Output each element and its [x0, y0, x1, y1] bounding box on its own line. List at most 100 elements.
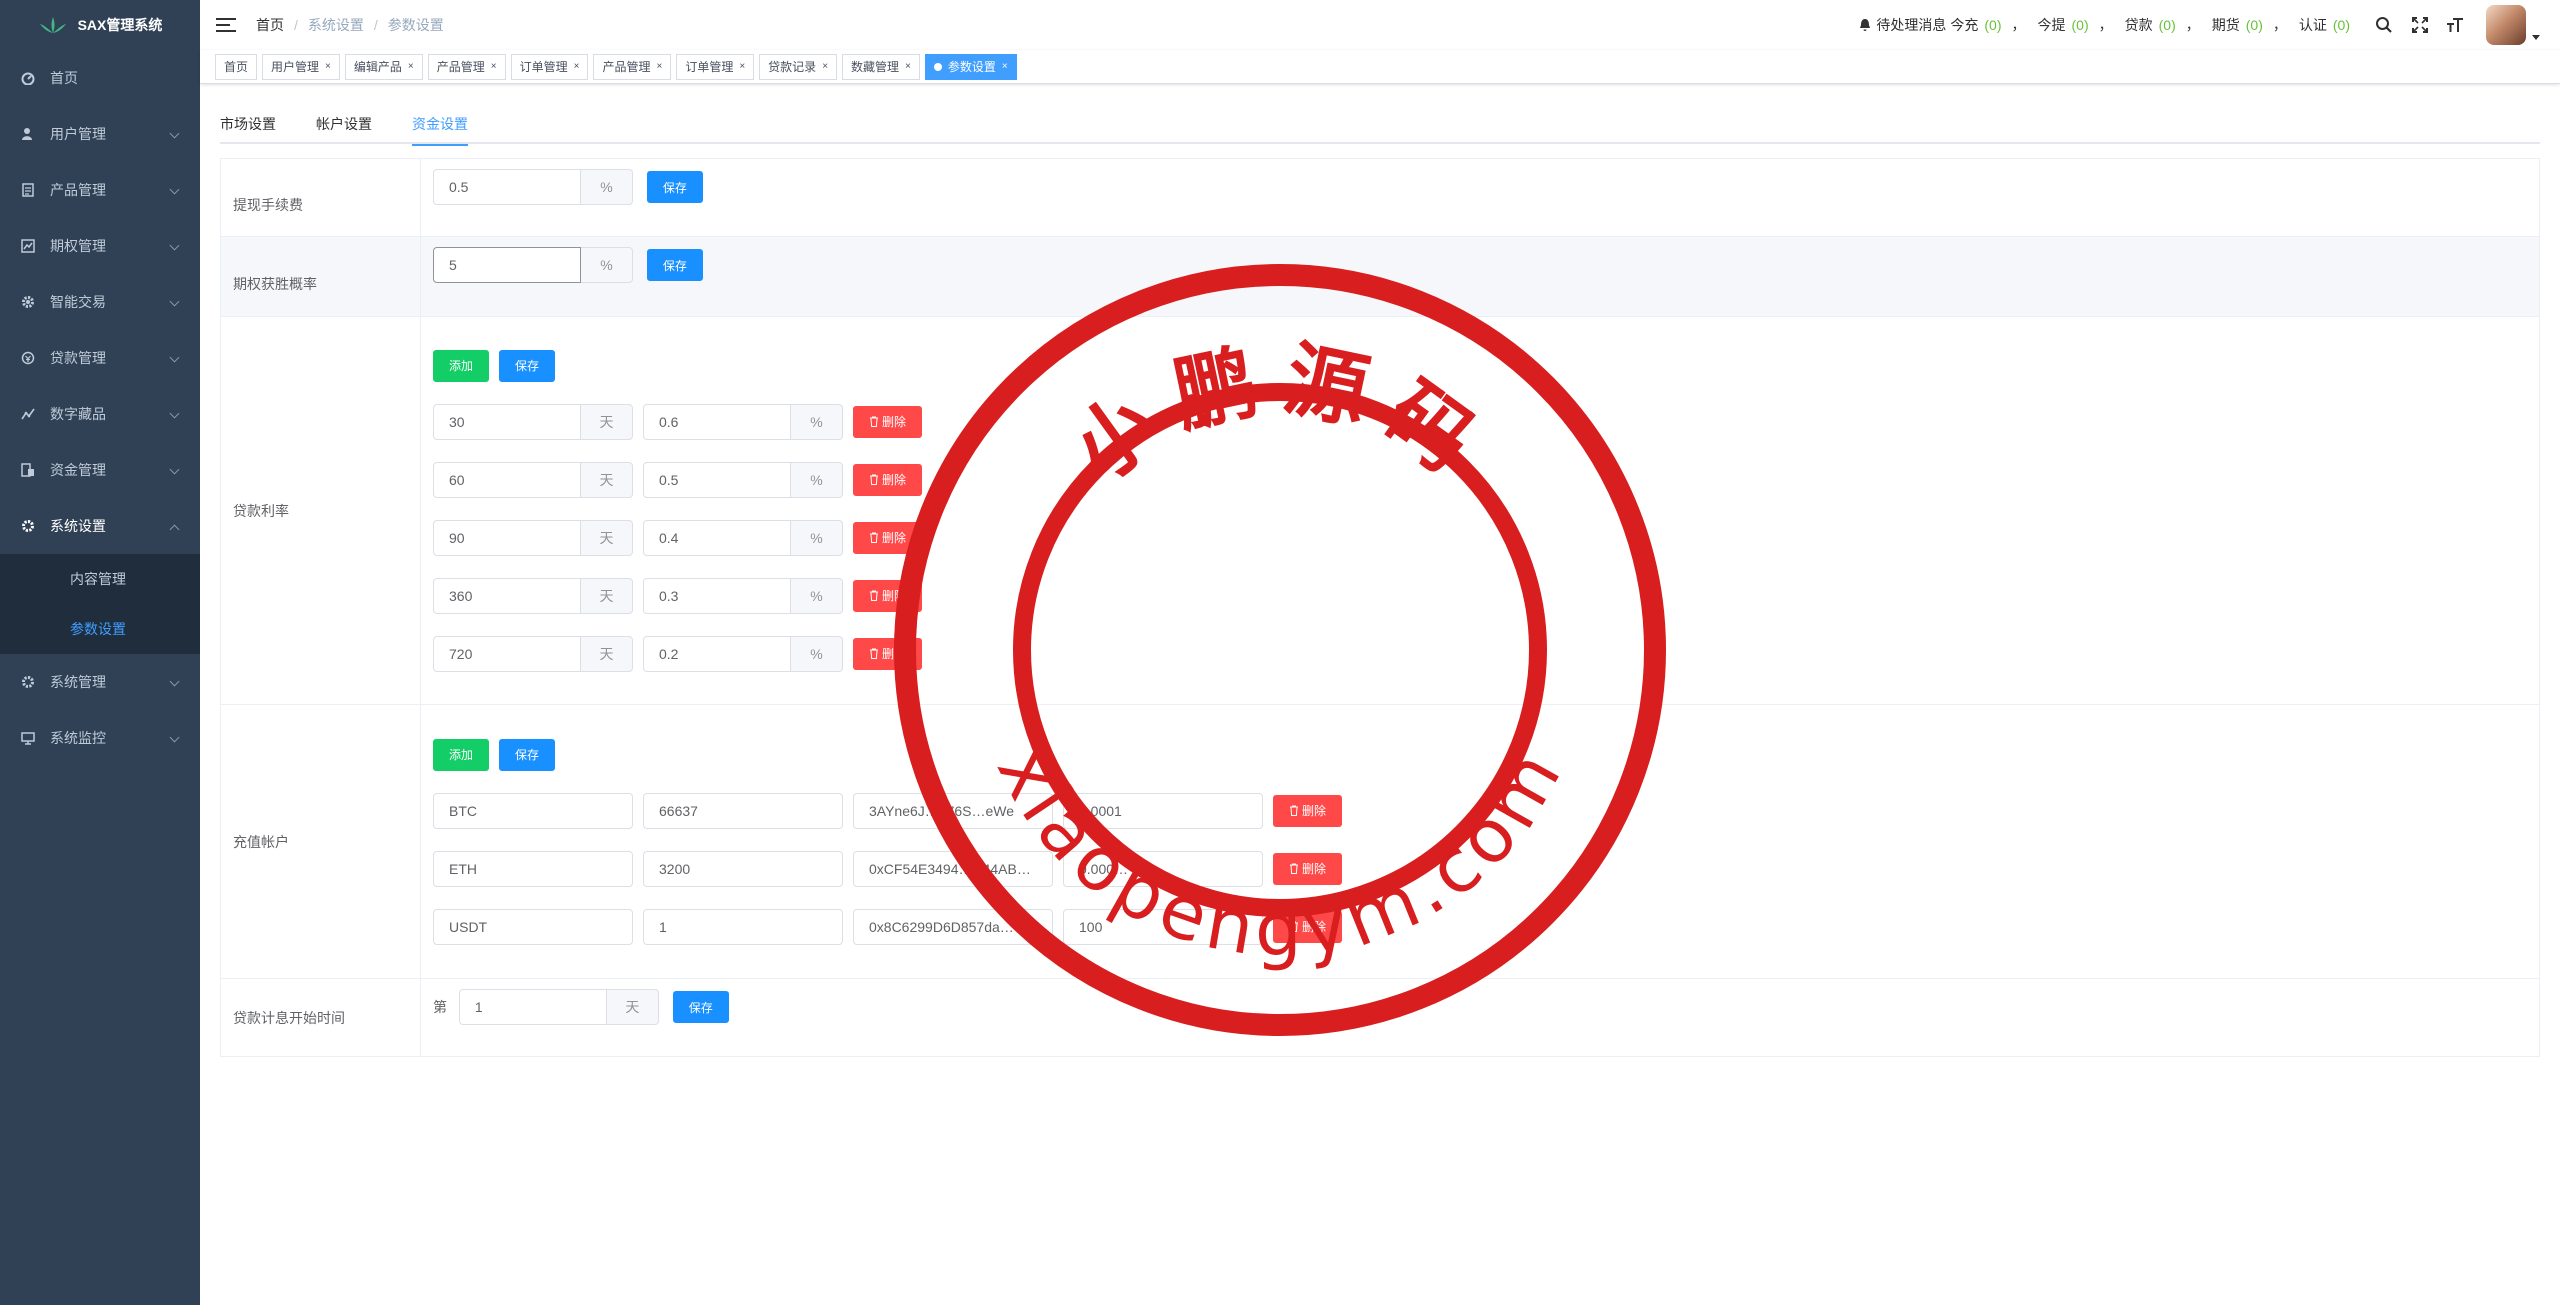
delete-recharge-button[interactable]: 删除: [1273, 852, 1343, 885]
sidebar-item-loans[interactable]: 贷款管理: [0, 330, 200, 386]
tag-loan-records[interactable]: 贷款记录 ×: [759, 53, 838, 80]
min-amount-input[interactable]: [1063, 908, 1263, 945]
logo[interactable]: SAX管理系统: [0, 0, 200, 50]
font-size-icon[interactable]: [2446, 15, 2466, 35]
loan-start-group: 天: [458, 989, 659, 1025]
sidebar-item-options[interactable]: 期权管理: [0, 218, 200, 274]
tag-edit-product[interactable]: 编辑产品 ×: [344, 53, 423, 80]
save-withdraw-fee-button[interactable]: 保存: [646, 171, 703, 203]
tag-nft-admin[interactable]: 数藏管理 ×: [842, 53, 920, 80]
tag-params-active[interactable]: 参数设置 ×: [924, 53, 1017, 80]
min-amount-input[interactable]: [1063, 850, 1263, 887]
price-input[interactable]: [643, 850, 843, 887]
sidebar-subitem-params[interactable]: 参数设置: [0, 604, 200, 654]
loan-days-input[interactable]: [433, 403, 581, 440]
caret-down-icon[interactable]: [2532, 34, 2540, 40]
sidebar-item-funds[interactable]: 资金管理: [0, 442, 200, 498]
price-input[interactable]: [643, 908, 843, 945]
delete-recharge-button[interactable]: 删除: [1273, 794, 1343, 827]
avatar[interactable]: [2486, 5, 2526, 45]
close-icon[interactable]: ×: [491, 55, 497, 79]
loan-rate-input[interactable]: [643, 577, 791, 614]
withdraw-fee-input[interactable]: [433, 169, 581, 205]
loan-days-input[interactable]: [433, 577, 581, 614]
coin-input[interactable]: [433, 792, 633, 829]
tag-orders[interactable]: 订单管理 ×: [510, 53, 589, 80]
tag-users[interactable]: 用户管理 ×: [262, 53, 340, 80]
sidebar-item-users[interactable]: 用户管理: [0, 106, 200, 162]
sidebar-item-home[interactable]: 首页: [0, 50, 200, 106]
close-icon[interactable]: ×: [1002, 55, 1008, 79]
nav-withdraw-count[interactable]: (0): [2072, 17, 2089, 33]
close-icon[interactable]: ×: [325, 55, 331, 79]
sidebar-item-products[interactable]: 产品管理: [0, 162, 200, 218]
sidebar-subitem-content[interactable]: 内容管理: [0, 554, 200, 604]
sidebar-item-system-settings[interactable]: 系统设置: [0, 498, 200, 554]
nav-recharge-count[interactable]: (0): [1984, 17, 2001, 33]
close-icon[interactable]: ×: [656, 55, 662, 79]
tag-products-2[interactable]: 产品管理 ×: [593, 53, 672, 80]
nav-auth-label[interactable]: 认证: [2299, 15, 2327, 35]
loan-rate-input[interactable]: [643, 519, 791, 556]
delete-loan-rate-button[interactable]: 删除: [853, 521, 923, 554]
close-icon[interactable]: ×: [408, 55, 414, 79]
tag-home[interactable]: 首页: [215, 53, 258, 80]
tag-orders-2[interactable]: 订单管理 ×: [676, 53, 755, 80]
tab-fund-settings[interactable]: 资金设置: [392, 100, 488, 146]
nav-withdraw-label[interactable]: 今提: [2038, 15, 2066, 35]
chevron-down-icon: [169, 296, 180, 307]
close-icon[interactable]: ×: [822, 55, 828, 79]
loan-rate-row: 天 % 删除: [433, 577, 2527, 614]
search-icon[interactable]: [2374, 15, 2394, 35]
nav-auth-count[interactable]: (0): [2333, 17, 2350, 33]
delete-loan-rate-button[interactable]: 删除: [853, 637, 923, 670]
nav-recharge-label[interactable]: 今充: [1950, 15, 1978, 35]
nav-futures-label[interactable]: 期货: [2212, 15, 2240, 35]
coin-input[interactable]: [433, 908, 633, 945]
nav-loan-label[interactable]: 贷款: [2125, 15, 2153, 35]
loan-rate-input[interactable]: [643, 461, 791, 498]
option-win-rate-input[interactable]: [433, 247, 581, 283]
sidebar-item-smart-trade[interactable]: 智能交易: [0, 274, 200, 330]
price-input[interactable]: [643, 792, 843, 829]
tab-account-settings[interactable]: 帐户设置: [296, 100, 392, 144]
loan-rate-input[interactable]: [643, 635, 791, 672]
nav-futures-count[interactable]: (0): [2246, 17, 2263, 33]
save-option-win-rate-button[interactable]: 保存: [646, 249, 703, 281]
close-icon[interactable]: ×: [905, 55, 911, 79]
hamburger-icon[interactable]: [216, 15, 236, 35]
close-icon[interactable]: ×: [574, 55, 580, 79]
save-loan-start-button[interactable]: 保存: [672, 991, 729, 1023]
address-input[interactable]: [853, 908, 1053, 945]
save-recharge-button[interactable]: 保存: [499, 738, 556, 771]
coin-input[interactable]: [433, 850, 633, 887]
nav-loan-count[interactable]: (0): [2159, 17, 2176, 33]
loan-start-input[interactable]: [458, 989, 607, 1025]
row-option-win-rate: 期权获胜概率 % 保存: [220, 236, 2540, 317]
sidebar-item-system-monitor[interactable]: 系统监控: [0, 710, 200, 766]
tab-market-settings[interactable]: 市场设置: [220, 100, 296, 144]
fullscreen-icon[interactable]: [2410, 15, 2430, 35]
tag-products[interactable]: 产品管理 ×: [427, 53, 506, 80]
loan-days-input[interactable]: [433, 635, 581, 672]
min-amount-input[interactable]: [1063, 792, 1263, 829]
breadcrumb-home[interactable]: 首页: [256, 15, 284, 35]
close-icon[interactable]: ×: [739, 55, 745, 79]
withdraw-fee-group: %: [433, 169, 633, 205]
add-loan-rate-button[interactable]: 添加: [433, 349, 490, 382]
save-loan-rate-button[interactable]: 保存: [499, 349, 556, 382]
sidebar-item-nft[interactable]: 数字藏品: [0, 386, 200, 442]
address-input[interactable]: [853, 850, 1053, 887]
loan-days-input[interactable]: [433, 519, 581, 556]
tag-label: 贷款记录: [768, 59, 817, 74]
sidebar-item-system-admin[interactable]: 系统管理: [0, 654, 200, 710]
delete-recharge-button[interactable]: 删除: [1273, 910, 1343, 943]
loan-rate-input[interactable]: [643, 403, 791, 440]
add-recharge-button[interactable]: 添加: [433, 738, 490, 771]
address-input[interactable]: [853, 792, 1053, 829]
breadcrumb: 首页 / 系统设置 / 参数设置: [256, 15, 444, 35]
delete-loan-rate-button[interactable]: 删除: [853, 405, 923, 438]
delete-loan-rate-button[interactable]: 删除: [853, 579, 923, 612]
loan-days-input[interactable]: [433, 461, 581, 498]
delete-loan-rate-button[interactable]: 删除: [853, 463, 923, 496]
